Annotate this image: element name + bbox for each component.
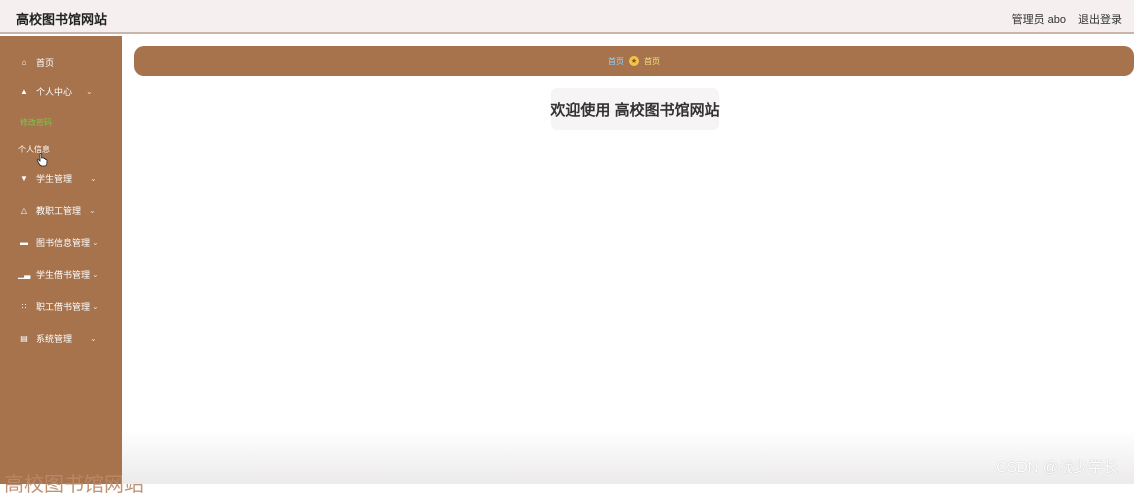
top-navbar: 高校图书馆网站 管理员 abo 退出登录 xyxy=(0,0,1134,34)
sidebar-item-label: 学生借书管理 xyxy=(36,269,91,280)
chevron-down-icon: ⌄ xyxy=(92,301,99,311)
sidebar-subitem-label: 个人信息 xyxy=(18,144,50,154)
bottom-fade xyxy=(122,430,1134,484)
chevron-down-icon: ⌄ xyxy=(90,173,97,183)
sidebar-item-book-info-management[interactable]: ▬ 图书信息管理 ⌄ xyxy=(0,232,122,252)
sidebar-item-personal-center[interactable]: ▲ 个人中心 ⌄ xyxy=(0,81,122,101)
sidebar-subitem-change-password[interactable]: 修改密码 xyxy=(0,113,122,131)
breadcrumb-home-link[interactable]: 首页 xyxy=(608,56,624,67)
chevron-down-icon: ⌄ xyxy=(92,269,99,279)
admin-user-label[interactable]: 管理员 abo xyxy=(1012,11,1066,27)
sidebar-item-label: 学生管理 xyxy=(36,173,73,184)
chevron-down-icon: ⌄ xyxy=(89,205,96,215)
student-icon: ▼ xyxy=(20,173,28,183)
system-icon: ▤ xyxy=(20,333,28,343)
sidebar-item-staff-borrow-management[interactable]: ∷ 职工借书管理 ⌄ xyxy=(0,296,122,316)
welcome-heading: 欢迎使用 高校图书馆网站 xyxy=(550,88,720,130)
sidebar-subitem-label: 修改密码 xyxy=(20,117,52,127)
top-right-actions: 管理员 abo 退出登录 xyxy=(1012,11,1122,27)
csdn-watermark: CSDN @战少学长 xyxy=(996,459,1118,476)
chevron-down-icon: ⌄ xyxy=(92,237,99,247)
sidebar-item-label: 职工借书管理 xyxy=(36,301,91,312)
sidebar-item-label: 首页 xyxy=(36,57,55,68)
sidebar-item-label: 图书信息管理 xyxy=(36,237,91,248)
chevron-down-icon: ⌄ xyxy=(86,86,93,96)
staff-icon: △ xyxy=(20,205,28,215)
sidebar: ⌂ 首页 ▲ 个人中心 ⌄ 修改密码 个人信息 ▼ 学生管理 ⌄ △ 教职工管理… xyxy=(0,36,144,496)
star-icon: ★ xyxy=(629,56,639,66)
sidebar-item-system-management[interactable]: ▤ 系统管理 ⌄ xyxy=(0,328,122,348)
breadcrumb-current: 首页 xyxy=(644,56,660,66)
site-title: 高校图书馆网站 xyxy=(16,12,108,27)
bar-chart-icon: ▁▃ xyxy=(18,269,31,279)
home-icon: ⌂ xyxy=(21,57,27,67)
user-icon: ▲ xyxy=(20,86,28,96)
breadcrumb: 首页 ★ 首页 xyxy=(134,46,1134,76)
sidebar-item-label: 教职工管理 xyxy=(36,205,82,216)
sidebar-item-label: 系统管理 xyxy=(36,333,73,344)
sidebar-item-home[interactable]: ⌂ 首页 xyxy=(0,52,122,72)
sidebar-item-staff-management[interactable]: △ 教职工管理 ⌄ xyxy=(0,200,122,220)
sidebar-item-student-borrow-management[interactable]: ▁▃ 学生借书管理 ⌄ xyxy=(0,264,122,284)
book-icon: ▬ xyxy=(20,237,28,247)
grid-icon: ∷ xyxy=(21,301,27,311)
sidebar-subitem-personal-info[interactable]: 个人信息 xyxy=(0,140,122,158)
logout-link[interactable]: 退出登录 xyxy=(1078,11,1122,27)
sidebar-item-label: 个人中心 xyxy=(36,86,73,97)
chevron-down-icon: ⌄ xyxy=(90,333,97,343)
sidebar-item-student-management[interactable]: ▼ 学生管理 ⌄ xyxy=(0,168,122,188)
